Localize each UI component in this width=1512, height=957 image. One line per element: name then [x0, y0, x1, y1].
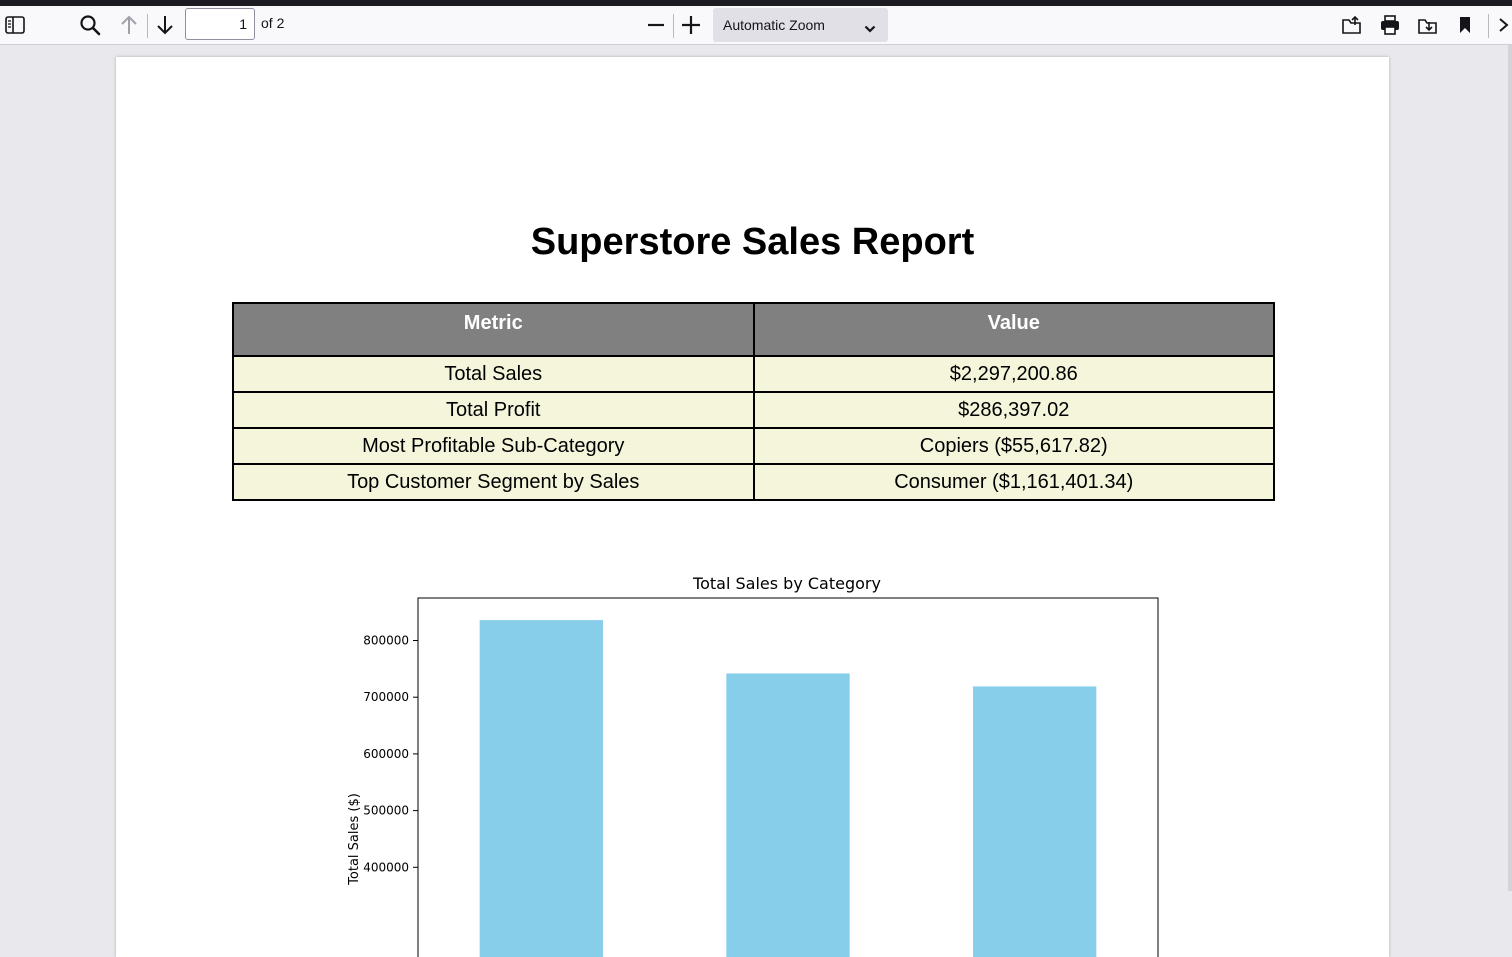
value-cell: Copiers ($55,617.82)	[752, 427, 1275, 465]
metric-cell: Total Profit	[232, 391, 755, 429]
open-file-icon[interactable]	[1340, 13, 1364, 37]
chart-title: Total Sales by Category	[692, 574, 881, 593]
value-cell: Consumer ($1,161,401.34)	[752, 463, 1275, 501]
print-icon[interactable]	[1378, 13, 1402, 37]
y-tick-label: 400000	[363, 860, 409, 874]
metric-cell: Top Customer Segment by Sales	[232, 463, 755, 501]
metrics-table: Metric Value Total Sales $2,297,200.86 T…	[232, 302, 1275, 501]
zoom-in-icon[interactable]	[679, 13, 703, 37]
zoom-select[interactable]: Automatic Zoom	[713, 8, 888, 42]
document-viewer: Superstore Sales Report Metric Value Tot…	[0, 45, 1512, 957]
pdf-toolbar: of 2 Automatic Zoom	[0, 6, 1512, 45]
table-row: Top Customer Segment by Sales Consumer (…	[232, 463, 1275, 501]
y-axis-label: Total Sales ($)	[347, 793, 362, 886]
toolbar-separator	[673, 14, 674, 38]
next-page-icon[interactable]	[153, 13, 177, 37]
page-count-label: of 2	[261, 15, 285, 31]
column-header-value: Value	[752, 302, 1275, 357]
download-icon[interactable]	[1416, 13, 1440, 37]
toolbar-separator	[1488, 14, 1489, 38]
search-icon[interactable]	[78, 13, 102, 37]
bookmark-icon[interactable]	[1453, 13, 1477, 37]
table-header-row: Metric Value	[232, 302, 1275, 357]
table-row: Most Profitable Sub-Category Copiers ($5…	[232, 427, 1275, 465]
table-row: Total Sales $2,297,200.86	[232, 355, 1275, 393]
zoom-select-label: Automatic Zoom	[723, 17, 825, 33]
metric-cell: Total Sales	[232, 355, 755, 393]
chevron-down-icon	[864, 20, 876, 36]
page-number-input[interactable]	[185, 8, 255, 40]
previous-page-icon[interactable]	[117, 13, 141, 37]
zoom-out-icon[interactable]	[644, 13, 668, 37]
value-cell: $286,397.02	[752, 391, 1275, 429]
column-header-metric: Metric	[232, 302, 755, 357]
y-tick-label: 700000	[363, 690, 409, 704]
toolbar-separator	[147, 14, 148, 38]
y-tick-label: 600000	[363, 747, 409, 761]
pdf-page: Superstore Sales Report Metric Value Tot…	[116, 57, 1389, 957]
sales-by-category-chart: Total Sales by Category Total Sales ($) …	[347, 574, 1159, 957]
scrollbar[interactable]	[1508, 45, 1512, 891]
y-ticks-group: 400000 500000 600000 700000 800000	[363, 634, 418, 874]
chart-bar	[726, 673, 850, 957]
chart-bar	[973, 686, 1097, 957]
table-row: Total Profit $286,397.02	[232, 391, 1275, 429]
document-title: Superstore Sales Report	[530, 221, 975, 263]
bars-group	[479, 620, 1097, 957]
more-tools-icon[interactable]	[1496, 13, 1512, 37]
metric-cell: Most Profitable Sub-Category	[232, 427, 755, 465]
y-tick-label: 500000	[363, 804, 409, 818]
chart-bar	[479, 620, 603, 957]
y-tick-label: 800000	[363, 634, 409, 648]
value-cell: $2,297,200.86	[752, 355, 1275, 393]
sidebar-toggle-icon[interactable]	[3, 13, 27, 37]
